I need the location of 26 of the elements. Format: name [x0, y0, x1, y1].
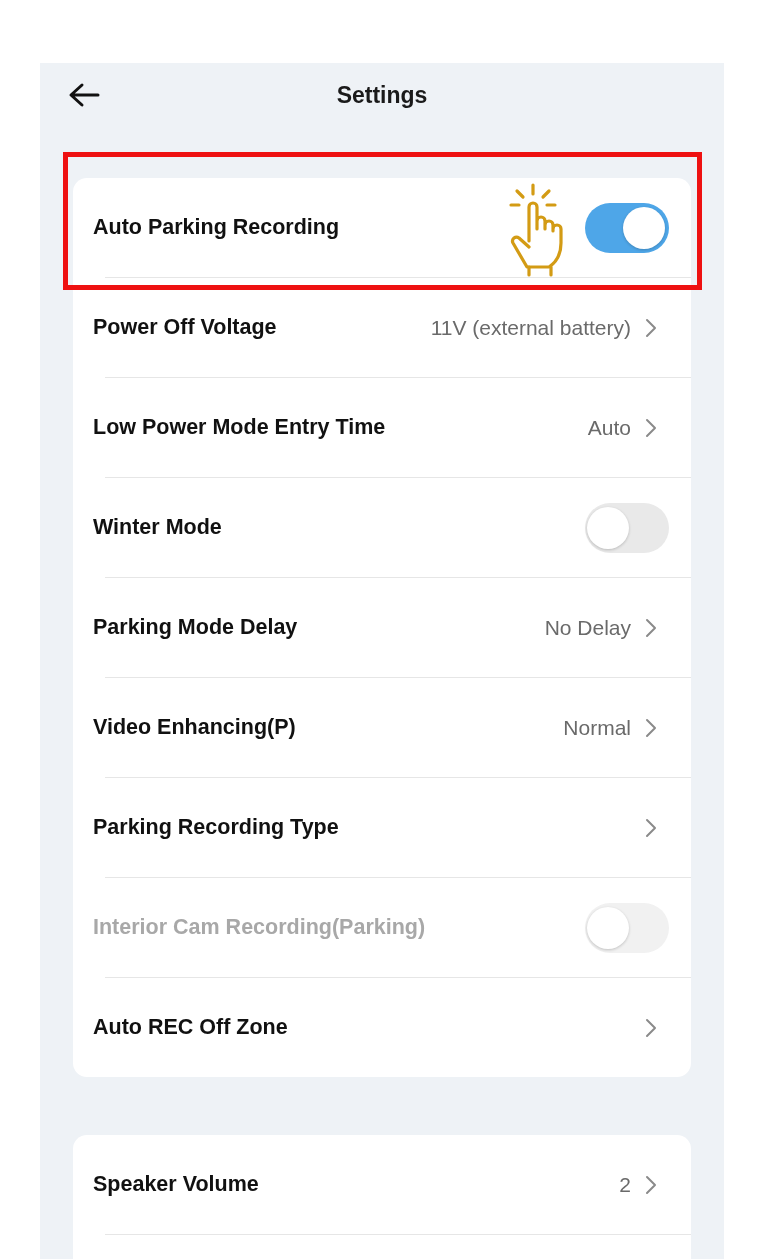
- chevron-right-icon[interactable]: [645, 417, 657, 438]
- chevron-right-icon[interactable]: [645, 317, 657, 338]
- chevron-right-icon[interactable]: [645, 817, 657, 838]
- setting-label: Video Enhancing(P): [93, 715, 297, 740]
- setting-label: Power Off Voltage: [93, 315, 278, 340]
- setting-label: Winter Mode: [93, 515, 223, 540]
- chevron-right-icon[interactable]: [645, 717, 657, 738]
- setting-value: No Delay: [544, 615, 631, 640]
- setting-label: Auto Parking Recording: [93, 215, 341, 240]
- toggle-switch[interactable]: [585, 202, 669, 253]
- setting-value: 2: [619, 1172, 631, 1197]
- setting-value: 11V (external battery): [430, 315, 631, 340]
- chevron-right-icon[interactable]: [645, 1174, 657, 1195]
- page-title: Settings: [336, 81, 428, 109]
- setting-label: Parking Recording Type: [93, 815, 340, 840]
- chevron-right-icon[interactable]: [645, 1017, 657, 1038]
- back-arrow-icon[interactable]: [68, 82, 100, 108]
- setting-label: Speaker Volume: [93, 1172, 260, 1197]
- setting-label: Interior Cam Recording(Parking): [93, 915, 427, 940]
- setting-value: Auto: [587, 415, 631, 440]
- setting-value: Normal: [563, 715, 631, 740]
- setting-label: Auto REC Off Zone: [93, 1015, 289, 1040]
- chevron-right-icon[interactable]: [645, 617, 657, 638]
- toggle-switch[interactable]: [585, 502, 669, 553]
- setting-label: Parking Mode Delay: [93, 615, 299, 640]
- setting-label: Low Power Mode Entry Time: [93, 415, 387, 440]
